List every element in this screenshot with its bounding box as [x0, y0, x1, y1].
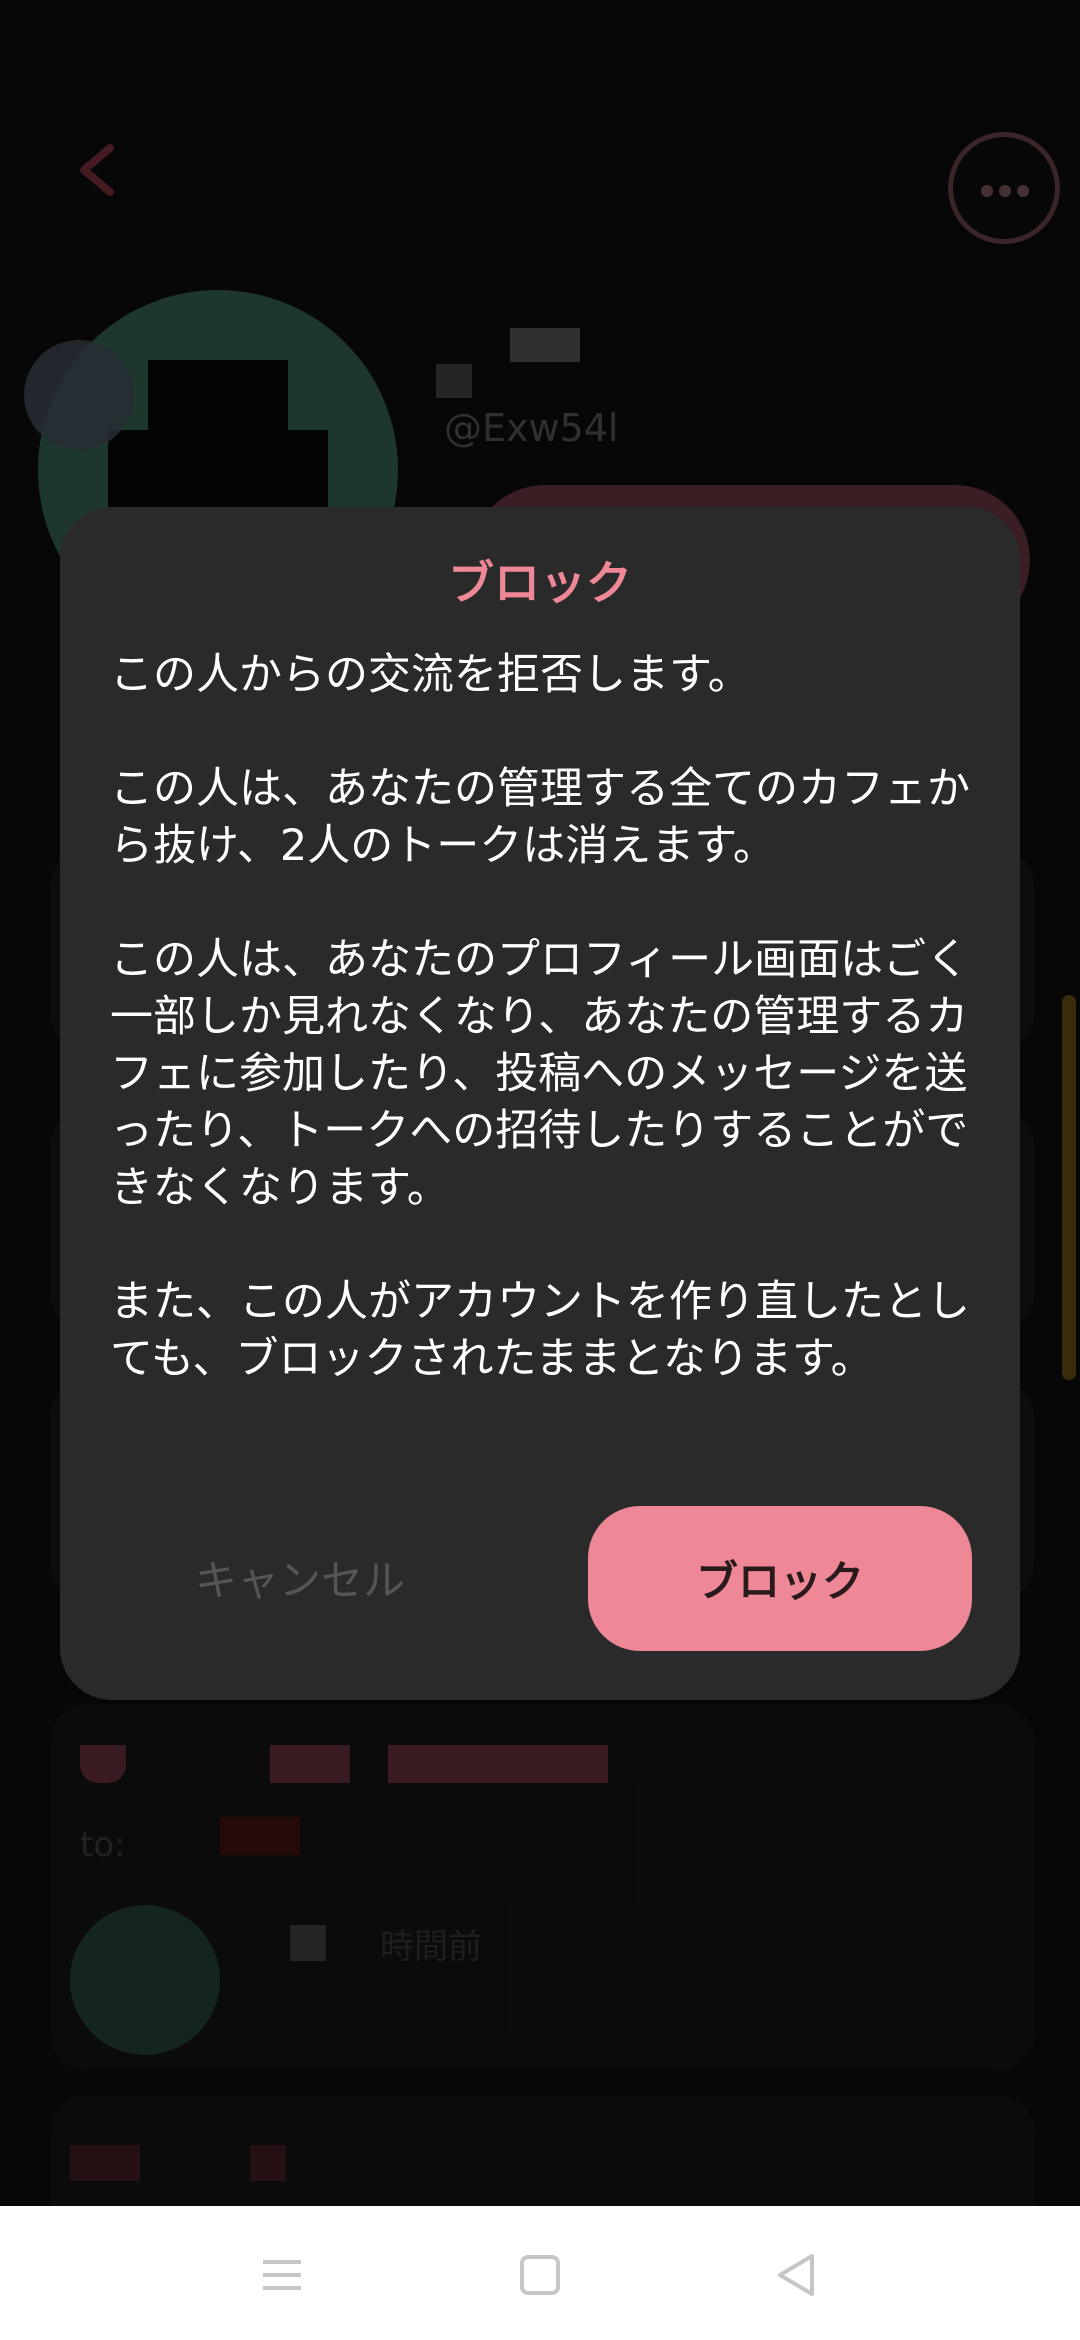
- cancel-button[interactable]: キャンセル: [120, 1507, 480, 1647]
- dialog-paragraph: この人からの交流を拒否します。: [110, 650, 751, 700]
- menu-icon[interactable]: [257, 2250, 307, 2300]
- block-dialog: ブロック この人からの交流を拒否します。 この人は、あなたの管理する全てのカフェ…: [60, 507, 1020, 1700]
- dialog-paragraph: また、この人がアカウントを作り直したとしても、ブロックされたままとなります。: [110, 1277, 970, 1384]
- dialog-title: ブロック: [448, 556, 632, 610]
- system-nav-bar: [0, 2206, 1080, 2340]
- dialog-message: この人からの交流を拒否します。 この人は、あなたの管理する全てのカフェから抜け、…: [110, 647, 990, 1445]
- back-triangle-icon[interactable]: [772, 2250, 822, 2300]
- block-confirm-button[interactable]: ブロック: [588, 1506, 972, 1651]
- dialog-paragraph: この人は、あなたのプロフィール画面はごく一部しか見れなくなり、あなたの管理するカ…: [110, 935, 970, 1213]
- home-square-icon[interactable]: [515, 2250, 565, 2300]
- dialog-paragraph: この人は、あなたの管理する全てのカフェから抜け、2人のトークは消えます。: [110, 764, 970, 871]
